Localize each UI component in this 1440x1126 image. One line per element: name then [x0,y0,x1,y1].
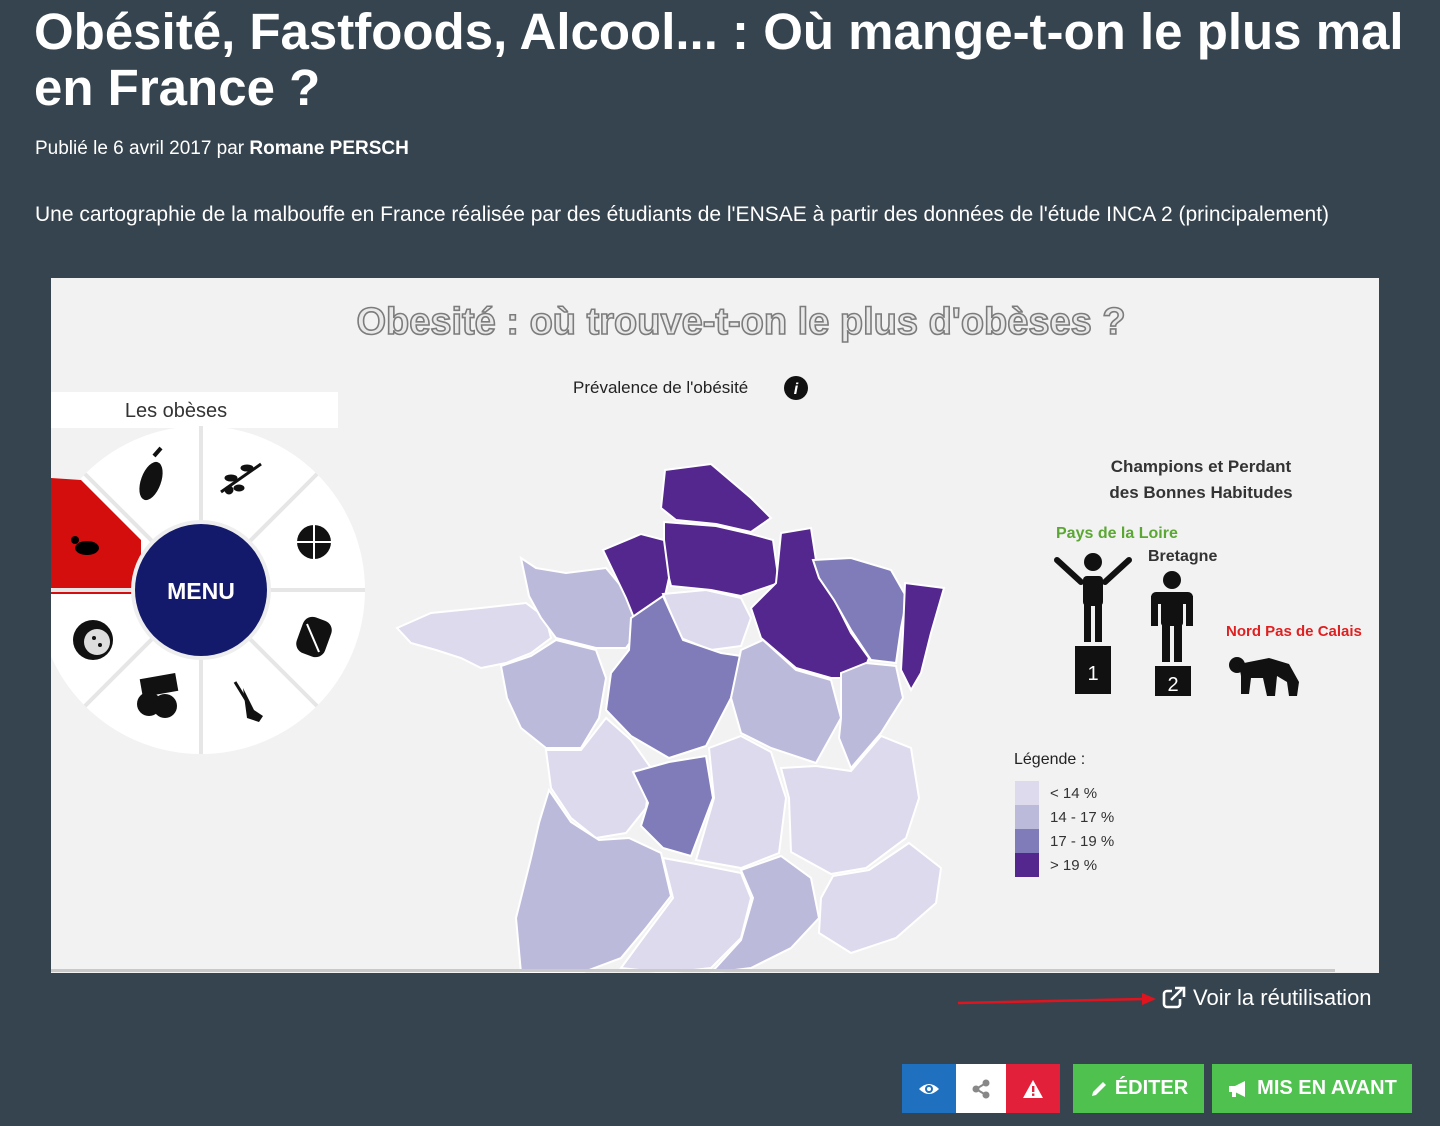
warning-icon [1023,1079,1043,1098]
article-description: Une cartographie de la malbouffe en Fran… [35,203,1330,226]
podium-rank-2: 2 [1167,674,1178,696]
loser-label: Nord Pas de Calais [1226,623,1362,640]
second-figure-icon: 2 [1151,571,1193,696]
basketball-icon[interactable] [297,525,331,559]
legend-swatch [1015,781,1039,805]
share-icon [972,1079,990,1098]
pencil-icon [1091,1081,1106,1096]
view-reuse-link[interactable]: Voir la réutilisation [1162,985,1372,1011]
info-icon[interactable]: i [784,376,808,400]
embed-heading: Obesité : où trouve-t-on le plus d'obèse… [356,301,1125,343]
view-reuse-label: Voir la réutilisation [1193,985,1372,1010]
region-picardie[interactable] [663,520,781,598]
legend: < 14 % 14 - 17 % 17 - 19 % > 19 % [1015,781,1114,877]
panel-label: Les obèses [125,400,227,422]
podium-rank-1: 1 [1087,663,1098,685]
champions-title-line1: Champions et Perdant [1111,457,1292,476]
feature-button[interactable]: MIS EN AVANT [1212,1064,1412,1113]
report-button[interactable] [1006,1064,1060,1113]
legend-swatch [1015,829,1039,853]
article-title: Obésité, Fastfoods, Alcool... : Où mange… [34,3,1404,116]
article-meta: Publié le 6 avril 2017 par Romane PERSCH [35,138,409,160]
svg-text:i: i [794,381,799,398]
champion-second-label: Bretagne [1148,548,1217,565]
published-date: Publié le 6 avril 2017 par [35,138,245,159]
legend-label: > 19 % [1050,857,1097,874]
action-toolbar: ÉDITER MIS EN AVANT [902,1064,1412,1113]
region-nord-pas-de-calais[interactable] [659,462,773,534]
radial-menu: MENU [51,426,365,754]
map-title: Prévalence de l'obésité [573,378,748,397]
legend-label: < 14 % [1050,785,1097,802]
reuse-preview-graphic: Obesité : où trouve-t-on le plus d'obèse… [51,300,1362,973]
embed-bottom-border [51,969,1335,972]
winner-figure-icon: 1 [1054,553,1132,694]
legend-label: 17 - 19 % [1050,833,1114,850]
feature-label: MIS EN AVANT [1257,1077,1397,1099]
region-alsace[interactable] [899,581,946,693]
share-button[interactable] [956,1064,1006,1113]
legend-label: 14 - 17 % [1050,809,1114,826]
france-choropleth-map [395,462,946,973]
menu-label: MENU [167,578,235,604]
loser-crawling-icon [1229,657,1299,696]
edit-button[interactable]: ÉDITER [1073,1064,1204,1113]
megaphone-icon [1229,1080,1246,1097]
embedded-reuse-image: Obesité : où trouve-t-on le plus d'obèse… [51,278,1379,973]
legend-title: Légende : [1014,751,1085,768]
champion-first-label: Pays de la Loire [1056,525,1178,542]
legend-swatch [1015,805,1039,829]
edit-label: ÉDITER [1114,1077,1189,1099]
sausage-icon[interactable] [73,620,113,660]
legend-swatch [1015,853,1039,877]
eye-icon [919,1083,939,1094]
external-link-icon [1162,986,1186,1009]
red-arrow-annotation [958,993,1156,1005]
view-button[interactable] [902,1064,956,1113]
author-name[interactable]: Romane PERSCH [249,138,408,159]
champions-title-line2: des Bonnes Habitudes [1109,483,1292,502]
